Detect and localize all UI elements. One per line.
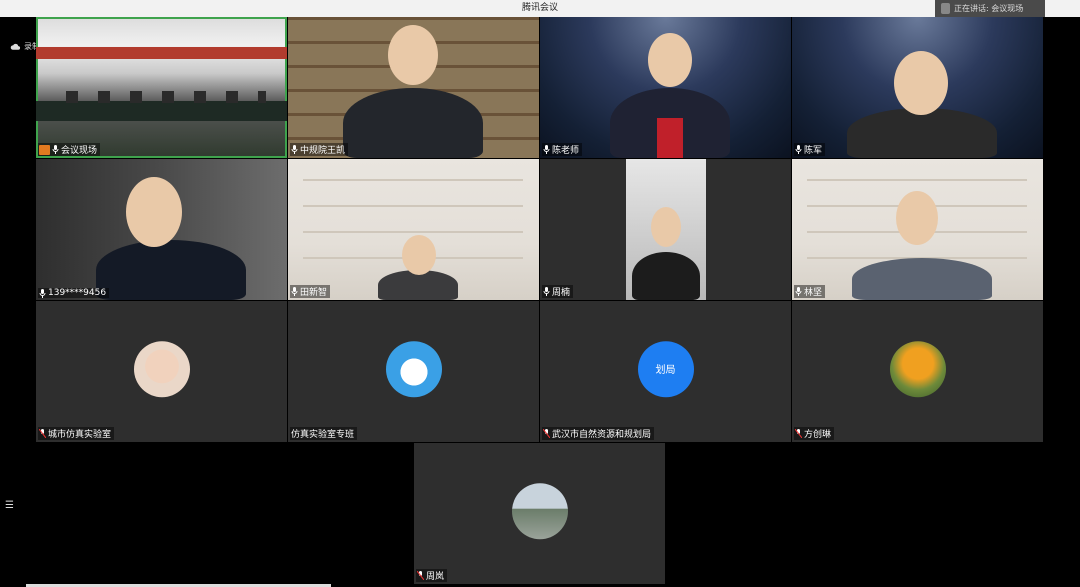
person-head	[388, 25, 438, 85]
text-avatar: 划局	[637, 340, 694, 397]
meeting-banner	[36, 47, 287, 59]
person-silhouette	[852, 258, 992, 300]
avatar-tile-sim-lab-team[interactable]: 仿真实验室专班	[288, 301, 539, 442]
avatar-tile-city-sim-lab[interactable]: 城市仿真实验室	[36, 301, 287, 442]
video-tile-tianxinzhi[interactable]: 田新智	[288, 159, 539, 300]
person-head	[648, 33, 692, 87]
window-title: 腾讯会议	[521, 3, 558, 13]
participant-label: 田新智	[290, 285, 331, 298]
microphone-icon	[543, 145, 550, 154]
person-head	[896, 191, 938, 245]
person-head	[894, 51, 948, 115]
microphone-icon	[795, 287, 802, 296]
avatar-tile-fangchuanglin[interactable]: 方创琳	[792, 301, 1043, 442]
cloud-record-icon	[10, 43, 21, 50]
microphone-icon	[39, 288, 46, 298]
participant-label: 会议现场	[38, 143, 101, 156]
host-icon	[39, 144, 50, 155]
person-silhouette	[847, 108, 997, 158]
speaking-label: 正在讲话: 会议现场	[954, 4, 1024, 13]
seated-people	[66, 91, 266, 103]
microphone-icon	[543, 287, 550, 296]
participant-label: 仿真实验室专班	[290, 427, 358, 440]
conference-table	[36, 101, 287, 121]
participant-label: 方创琳	[794, 427, 835, 440]
participant-label: 林坚	[794, 285, 826, 298]
person-silhouette	[96, 240, 246, 300]
participant-label: 中规院王凯	[290, 143, 349, 156]
person-head	[126, 177, 182, 247]
video-tile-zhounan[interactable]: 周楠	[540, 159, 791, 300]
person-silhouette	[632, 252, 700, 300]
child-photo-avatar	[133, 340, 190, 397]
microphone-icon	[795, 145, 802, 154]
autumn-tree-avatar	[889, 340, 946, 397]
video-tile-linjian[interactable]: 林坚	[792, 159, 1043, 300]
participant-label: 周楠	[542, 285, 574, 298]
microphone-muted-icon	[39, 429, 46, 438]
speaker-avatar-icon	[941, 3, 950, 14]
microphone-muted-icon	[543, 429, 550, 438]
participant-label: 陈老师	[542, 143, 583, 156]
speaking-indicator[interactable]: 正在讲话: 会议现场	[935, 0, 1045, 17]
microphone-muted-icon	[795, 429, 802, 438]
person-head	[651, 207, 681, 247]
person-silhouette	[343, 88, 483, 158]
participant-label: 139****9456	[38, 288, 110, 298]
robot-character-avatar	[385, 340, 442, 397]
avatar-tile-wuhan-bureau[interactable]: 划局 武汉市自然资源和规划局	[540, 301, 791, 442]
participant-label: 城市仿真实验室	[38, 427, 115, 440]
participant-label: 武汉市自然资源和规划局	[542, 427, 655, 440]
window-title-bar: 腾讯会议	[0, 0, 1080, 17]
video-tile-phone-participant[interactable]: 139****9456	[36, 159, 287, 300]
microphone-muted-icon	[417, 571, 424, 580]
microphone-icon	[291, 287, 298, 296]
side-menu-icon[interactable]: ☰	[5, 500, 14, 511]
red-sweater	[657, 118, 683, 158]
participant-label: 周岚	[416, 569, 448, 582]
microphone-icon	[52, 145, 59, 154]
participant-label: 陈军	[794, 143, 826, 156]
video-tile-chenjun[interactable]: 陈军	[792, 17, 1043, 158]
avatar-tile-zhoulan[interactable]: 周岚	[414, 443, 665, 584]
video-tile-wangkai[interactable]: 中规院王凯	[288, 17, 539, 158]
microphone-icon	[291, 145, 298, 154]
person-head	[402, 235, 436, 275]
campus-photo-avatar	[511, 482, 568, 539]
video-tile-chen-laoshi[interactable]: 陈老师	[540, 17, 791, 158]
video-tile-venue[interactable]: 会议现场	[36, 17, 287, 158]
